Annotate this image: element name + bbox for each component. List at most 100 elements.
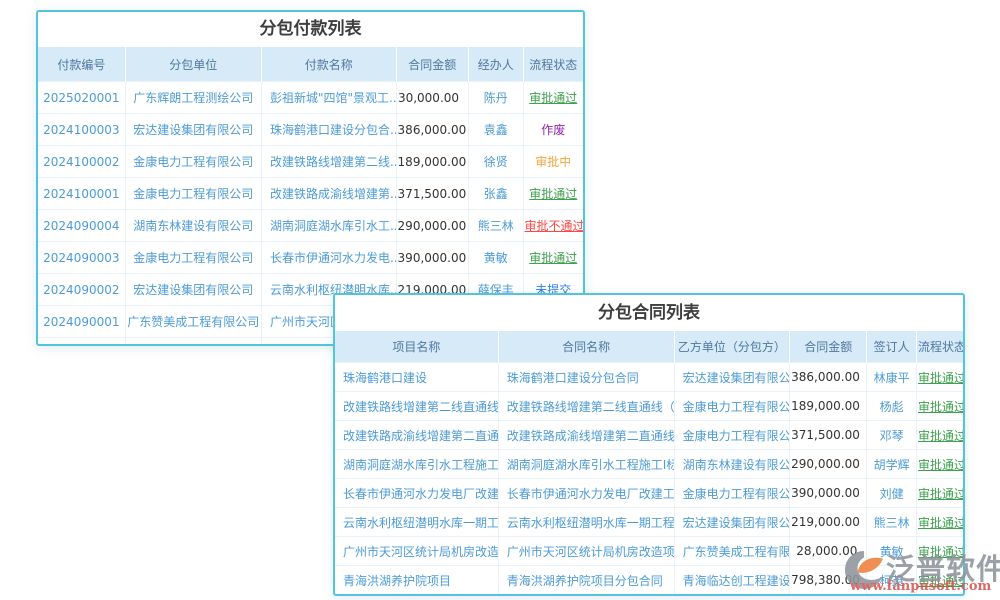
cell-status[interactable]: 审批通过 <box>523 242 583 274</box>
cell-id[interactable]: 2024100001 <box>38 178 125 210</box>
cell-status[interactable]: 审批通过 <box>916 595 963 597</box>
cell-project: 青海洪湖养护院项目 <box>335 566 498 595</box>
cell-unit: 青海临达创工程建设有... <box>125 338 261 347</box>
cell-id[interactable]: 2024090003 <box>38 242 125 274</box>
cell-id[interactable]: 2024100003 <box>38 114 125 146</box>
cell-status[interactable]: 审批通过 <box>523 178 583 210</box>
table-row[interactable]: 广州市天河区统计局机房改造项目广州市天河区统计局机房改造项目分包...广东赞美成… <box>335 537 963 566</box>
cell-signer: 柯英 <box>867 595 917 597</box>
cell-amount: 189,000.00 <box>396 146 468 178</box>
cell-amount: 386,000.00 <box>396 114 468 146</box>
cell-signer: 林康平 <box>867 363 917 392</box>
table-row[interactable]: 珠海鹤港口建设珠海鹤港口建设分包合同宏达建设集团有限公司386,000.00林康… <box>335 363 963 392</box>
cell-amount: 112,778.00 <box>790 595 867 597</box>
cell-project: 改建铁路成渝线增建第二直通线... <box>335 421 498 450</box>
column-header-flow-status: 流程状态 <box>523 47 583 82</box>
column-header-handler: 经办人 <box>469 47 524 82</box>
cell-unit: 金康电力工程有限公司 <box>125 242 261 274</box>
cell-project: 改建铁路线增建第二线直通线（... <box>335 392 498 421</box>
table-row[interactable]: 2024100002金康电力工程有限公司改建铁路线增建第二线...189,000… <box>38 146 583 178</box>
cell-project: 珠海鹤港口建设 <box>335 363 498 392</box>
table-row[interactable]: 改建铁路成渝线增建第二直通线...改建铁路成渝线增建第二直通线（成渝...金康电… <box>335 421 963 450</box>
cell-handler: 黄敏 <box>469 242 524 274</box>
cell-project: 广州市天河区统计局机房改造项目 <box>335 537 498 566</box>
table-row[interactable]: 成都能源建设集团投资有限公司...成都能源建设集团投资有限公司临时办...康源达… <box>335 595 963 597</box>
cell-amount: 189,000.00 <box>790 392 867 421</box>
table-row[interactable]: 青海洪湖养护院项目青海洪湖养护院项目分包合同青海临达创工程建设...798,38… <box>335 566 963 595</box>
cell-id[interactable]: 2024100002 <box>38 146 125 178</box>
cell-handler: 熊三林 <box>469 210 524 242</box>
table-row[interactable]: 改建铁路线增建第二线直通线（...改建铁路线增建第二线直通线（成都-西...金康… <box>335 392 963 421</box>
cell-unit: 金康电力工程有限公司 <box>674 392 790 421</box>
cell-project: 成都能源建设集团投资有限公司... <box>335 595 498 597</box>
cell-unit: 金康电力工程有限公司 <box>674 479 790 508</box>
payment-header-row: 付款编号 分包单位 付款名称 合同金额 经办人 流程状态 <box>38 47 583 82</box>
cell-project: 长春市伊通河水力发电厂改建工程 <box>335 479 498 508</box>
contract-window-title: 分包合同列表 <box>335 295 963 331</box>
column-header-payment-name: 付款名称 <box>261 47 396 82</box>
cell-status[interactable]: 审批通过 <box>916 537 963 566</box>
contract-table: 项目名称 合同名称 乙方单位（分包方） 合同金额 签订人 流程状态 珠海鹤港口建… <box>335 331 963 596</box>
cell-signer: 胡学辉 <box>867 450 917 479</box>
cell-amount: 30,000.00 <box>396 82 468 114</box>
cell-contract: 长春市伊通河水力发电厂改建工程分包... <box>498 479 674 508</box>
cell-id[interactable]: 2025020001 <box>38 82 125 114</box>
cell-amount: 390,000.00 <box>790 479 867 508</box>
table-row[interactable]: 长春市伊通河水力发电厂改建工程长春市伊通河水力发电厂改建工程分包...金康电力工… <box>335 479 963 508</box>
cell-name: 湖南洞庭湖水库引水工... <box>261 210 396 242</box>
cell-status[interactable]: 审批通过 <box>916 363 963 392</box>
cell-status[interactable]: 审批通过 <box>916 450 963 479</box>
cell-contract: 湖南洞庭湖水库引水工程施工I标分包合同 <box>498 450 674 479</box>
column-header-flow-status: 流程状态 <box>916 331 963 363</box>
cell-id[interactable]: 2024090004 <box>38 210 125 242</box>
cell-contract: 广州市天河区统计局机房改造项目分包... <box>498 537 674 566</box>
cell-contract: 珠海鹤港口建设分包合同 <box>498 363 674 392</box>
cell-handler: 袁鑫 <box>469 114 524 146</box>
cell-status[interactable]: 审批通过 <box>916 566 963 595</box>
contract-list-window: 分包合同列表 项目名称 合同名称 乙方单位（分包方） 合同金额 签订人 流程状态… <box>333 293 965 596</box>
cell-contract: 云南水利枢纽潜明水库一期工程施工I标... <box>498 508 674 537</box>
cell-signer: 杨彪 <box>867 392 917 421</box>
column-header-signer: 签订人 <box>867 331 917 363</box>
cell-amount: 290,000.00 <box>790 450 867 479</box>
cell-signer: 邓琴 <box>867 421 917 450</box>
cell-name: 珠海鹤港口建设分包合... <box>261 114 396 146</box>
cell-status[interactable]: 审批通过 <box>523 82 583 114</box>
cell-status[interactable]: 作废 <box>523 114 583 146</box>
cell-id[interactable]: 2024090001 <box>38 306 125 338</box>
cell-unit: 金康电力工程有限公司 <box>125 178 261 210</box>
cell-unit: 宏达建设集团有限公司 <box>674 508 790 537</box>
table-row[interactable]: 2024100003宏达建设集团有限公司珠海鹤港口建设分包合...386,000… <box>38 114 583 146</box>
cell-unit: 湖南东林建设有限公司 <box>125 210 261 242</box>
table-row[interactable]: 湖南洞庭湖水库引水工程施工I标湖南洞庭湖水库引水工程施工I标分包合同湖南东林建设… <box>335 450 963 479</box>
table-row[interactable]: 云南水利枢纽潜明水库一期工程...云南水利枢纽潜明水库一期工程施工I标...宏达… <box>335 508 963 537</box>
cell-unit: 广东赞美成工程有限... <box>674 537 790 566</box>
cell-contract: 青海洪湖养护院项目分包合同 <box>498 566 674 595</box>
table-row[interactable]: 2024090004湖南东林建设有限公司湖南洞庭湖水库引水工...290,000… <box>38 210 583 242</box>
cell-unit: 广东辉朗工程测绘公司 <box>125 82 261 114</box>
column-header-contract-name: 合同名称 <box>498 331 674 363</box>
cell-amount: 386,000.00 <box>790 363 867 392</box>
cell-status[interactable]: 审批通过 <box>916 392 963 421</box>
cell-id[interactable]: 2024090002 <box>38 274 125 306</box>
column-header-party-b-unit: 乙方单位（分包方） <box>674 331 790 363</box>
cell-handler: 张鑫 <box>469 178 524 210</box>
cell-project: 湖南洞庭湖水库引水工程施工I标 <box>335 450 498 479</box>
cell-status[interactable]: 审批不通过 <box>523 210 583 242</box>
cell-contract: 改建铁路成渝线增建第二直通线（成渝... <box>498 421 674 450</box>
cell-status[interactable]: 审批通过 <box>916 421 963 450</box>
cell-unit: 金康电力工程有限公司 <box>674 421 790 450</box>
cell-amount: 371,500.00 <box>790 421 867 450</box>
cell-status[interactable]: 审批中 <box>523 146 583 178</box>
table-row[interactable]: 2024100001金康电力工程有限公司改建铁路成渝线增建第...371,500… <box>38 178 583 210</box>
cell-id[interactable]: 2024070004 <box>38 338 125 347</box>
table-row[interactable]: 2024090003金康电力工程有限公司长春市伊通河水力发电...390,000… <box>38 242 583 274</box>
cell-signer: 柯英 <box>867 566 917 595</box>
table-row[interactable]: 2025020001广东辉朗工程测绘公司彭祖新城"四馆"景观工...30,000… <box>38 82 583 114</box>
cell-amount: 390,000.00 <box>396 242 468 274</box>
cell-status[interactable]: 审批通过 <box>916 508 963 537</box>
payment-window-title: 分包付款列表 <box>38 12 583 47</box>
cell-project: 云南水利枢纽潜明水库一期工程... <box>335 508 498 537</box>
cell-unit: 宏达建设集团有限公司 <box>674 363 790 392</box>
cell-status[interactable]: 审批通过 <box>916 479 963 508</box>
